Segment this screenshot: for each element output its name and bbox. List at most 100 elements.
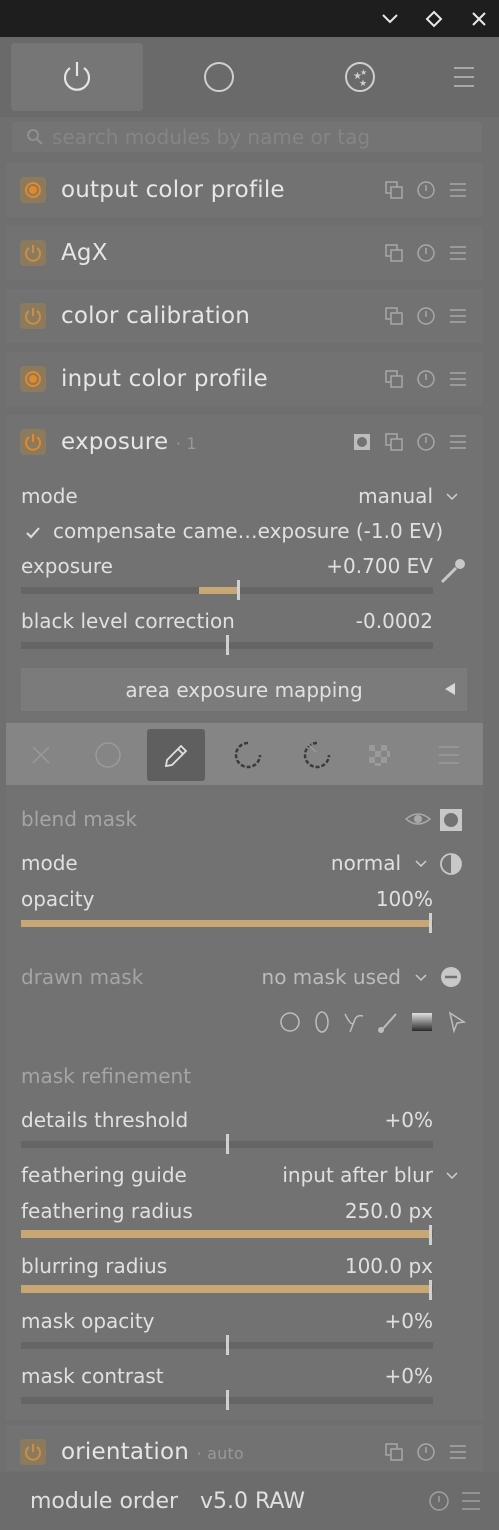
stars-icon: ★★★ <box>345 62 375 92</box>
multi-instance-icon[interactable] <box>383 242 405 264</box>
blend-off-button[interactable] <box>12 729 70 781</box>
slider-marker <box>429 1225 432 1245</box>
module-power-button[interactable] <box>20 177 46 203</box>
module-power-button[interactable] <box>20 240 46 266</box>
module-power-button[interactable] <box>20 429 46 455</box>
feathering-radius-slider[interactable]: feathering radius 250.0 px <box>21 1199 433 1245</box>
mask-toggle-button[interactable] <box>438 807 464 833</box>
mask-refinement-title: mask refinement <box>21 1064 192 1088</box>
path-shape-icon <box>344 1013 364 1033</box>
presets-icon[interactable] <box>447 179 469 201</box>
ellipse-shape-button[interactable] <box>312 1010 332 1038</box>
feathering-guide-value: input after blur <box>282 1163 433 1187</box>
presets-icon[interactable] <box>447 431 469 453</box>
black-level-slider[interactable]: black level correction -0.0002 <box>21 609 433 655</box>
search-input[interactable]: search modules by name or tag <box>12 122 482 152</box>
compensate-label: compensate came…exposure (-1.0 EV) <box>53 519 444 543</box>
drawn-mask-button[interactable] <box>147 729 205 781</box>
multi-instance-icon[interactable] <box>383 305 405 327</box>
opacity-slider[interactable]: opacity 100% <box>21 887 433 933</box>
mask-contrast-slider[interactable]: mask contrast +0% <box>21 1364 434 1410</box>
multi-instance-icon[interactable] <box>383 368 405 390</box>
slider-track <box>21 1285 433 1293</box>
reset-icon[interactable] <box>415 431 437 453</box>
presets-icon[interactable] <box>447 242 469 264</box>
presets-icon[interactable] <box>447 368 469 390</box>
module-header[interactable]: input color profile <box>6 352 483 406</box>
opacity-label: opacity <box>21 887 95 911</box>
multi-instance-icon[interactable] <box>383 1441 405 1463</box>
edit-masks-button[interactable] <box>444 1010 468 1038</box>
hamburger-icon <box>439 746 459 764</box>
slider-fill <box>199 587 239 594</box>
reset-icon <box>429 1491 449 1511</box>
multi-instance-icon[interactable] <box>383 431 405 453</box>
reset-icon[interactable] <box>415 1441 437 1463</box>
module-order-presets-button[interactable] <box>460 1490 482 1512</box>
area-exposure-mapping-button[interactable]: area exposure mapping <box>21 668 467 711</box>
exposure-mode-combobox[interactable]: mode manual <box>21 484 461 512</box>
module-header[interactable]: color calibration <box>6 289 483 343</box>
presets-icon[interactable] <box>447 1441 469 1463</box>
power-icon <box>63 62 91 91</box>
drawn-parametric-mask-button[interactable] <box>288 729 346 781</box>
power-icon <box>25 434 41 451</box>
path-shape-button[interactable] <box>342 1010 366 1038</box>
brush-shape-button[interactable] <box>376 1010 400 1038</box>
reset-icon[interactable] <box>415 305 437 327</box>
module-input-color-profile: input color profile <box>6 352 483 406</box>
presets-menu-button[interactable] <box>452 65 476 89</box>
details-threshold-slider[interactable]: details threshold +0% <box>21 1108 433 1154</box>
module-power-button[interactable] <box>20 303 46 329</box>
feathering-guide-combobox[interactable]: feathering guide input after blur <box>21 1163 461 1191</box>
tab-active-modules[interactable] <box>11 43 143 111</box>
reset-icon[interactable] <box>415 179 437 201</box>
exposure-slider[interactable]: exposure +0.700 EV <box>21 554 433 600</box>
presets-icon[interactable] <box>447 305 469 327</box>
blurring-radius-slider[interactable]: blurring radius 100.0 px <box>21 1254 433 1300</box>
cursor-icon <box>448 1011 467 1034</box>
parametric-mask-button[interactable] <box>219 729 277 781</box>
area-exposure-mapping-label: area exposure mapping <box>125 677 363 702</box>
module-order-value: v5.0 RAW <box>200 1489 305 1514</box>
uniform-blend-button[interactable] <box>79 729 137 781</box>
reset-icon[interactable] <box>415 368 437 390</box>
module-order-reset-button[interactable] <box>428 1490 450 1512</box>
drawn-mask-combobox[interactable]: no mask used <box>250 965 433 993</box>
mask-opacity-slider[interactable]: mask opacity +0% <box>21 1309 433 1355</box>
module-header[interactable]: AgX <box>6 226 483 280</box>
slider-fill <box>21 1230 431 1238</box>
remove-mask-button[interactable] <box>440 966 462 988</box>
multi-instance-icon[interactable] <box>383 179 405 201</box>
module-header[interactable]: orientation · auto <box>6 1425 483 1479</box>
module-name: output color profile <box>61 177 285 203</box>
maximize-button[interactable] <box>414 0 454 37</box>
blend-presets-button[interactable] <box>420 729 478 781</box>
chevron-down-icon <box>446 493 458 501</box>
reset-icon[interactable] <box>415 242 437 264</box>
chevron-down-icon <box>382 13 398 23</box>
blend-mode-label: mode <box>21 851 78 875</box>
module-power-button[interactable] <box>20 1439 46 1465</box>
raster-mask-button[interactable] <box>350 729 408 781</box>
module-instance-label: · 1 <box>175 434 197 453</box>
svg-text:★: ★ <box>359 79 367 89</box>
module-name: orientation · auto <box>61 1439 244 1465</box>
module-name: input color profile <box>61 366 268 392</box>
tab-all-modules[interactable] <box>153 43 285 111</box>
mask-contrast-value: +0% <box>384 1364 434 1388</box>
gradient-shape-button[interactable] <box>410 1010 434 1038</box>
tab-favourites[interactable]: ★ ★ ★ <box>294 43 426 111</box>
mask-indicator-icon[interactable] <box>351 431 373 453</box>
blend-mode-combobox[interactable]: mode normal <box>21 851 433 879</box>
close-button[interactable] <box>459 0 499 37</box>
color-picker-button[interactable] <box>436 556 470 586</box>
module-power-button[interactable] <box>20 366 46 392</box>
blend-polarity-button[interactable] <box>438 851 464 877</box>
module-header[interactable]: exposure · 1 <box>6 415 483 469</box>
compensate-exposure-checkbox[interactable]: compensate came…exposure (-1.0 EV) <box>21 519 471 547</box>
module-header[interactable]: output color profile <box>6 163 483 217</box>
circle-shape-button[interactable] <box>278 1010 302 1038</box>
minimize-button[interactable] <box>370 0 410 37</box>
display-mask-button[interactable] <box>404 807 432 831</box>
